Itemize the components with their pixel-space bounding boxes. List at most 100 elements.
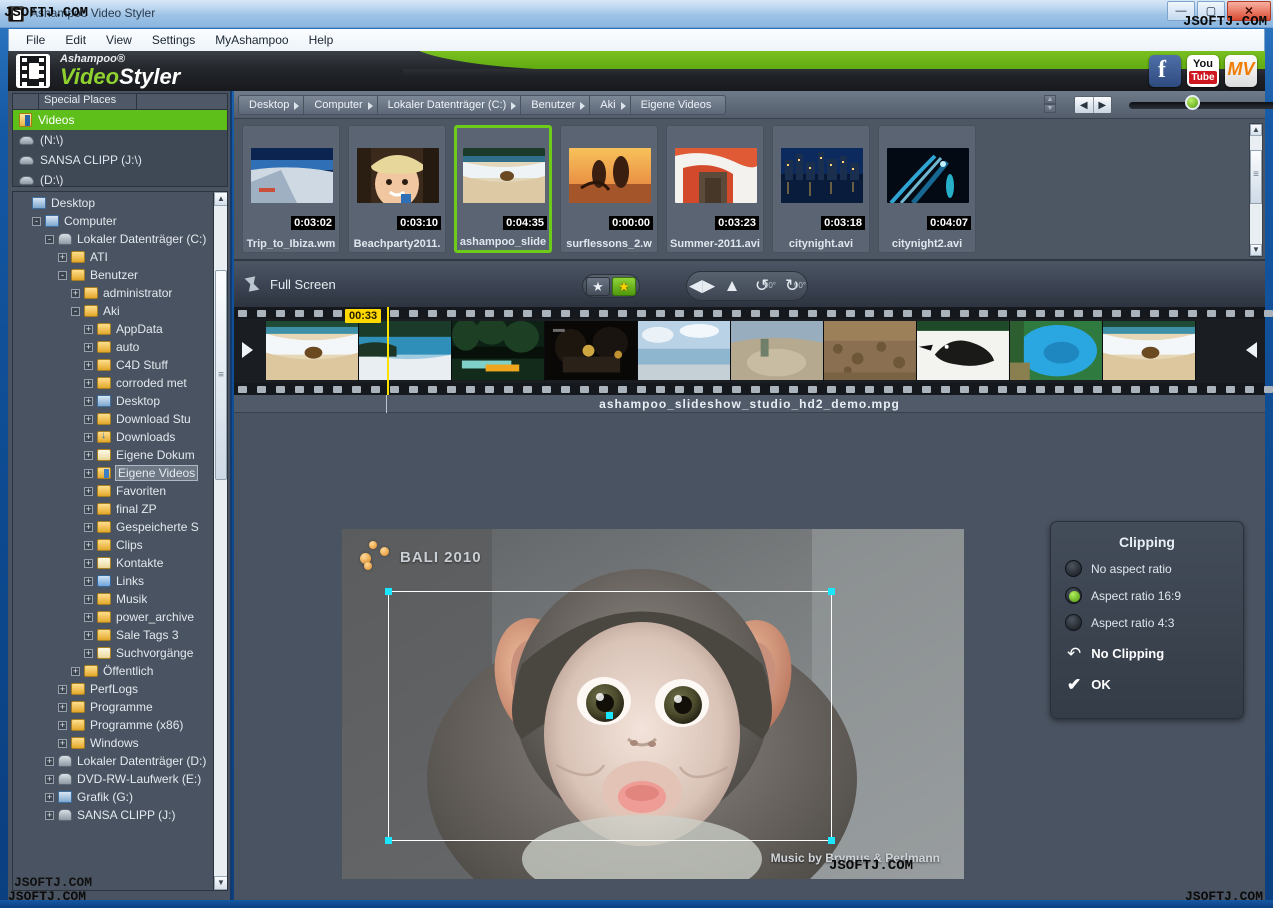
rotate-right-button[interactable]: ↻90° — [779, 274, 805, 298]
breadcrumb-item-eigene-videos[interactable]: Eigene Videos — [630, 95, 727, 115]
expander-minus-icon[interactable]: - — [58, 271, 67, 280]
tree-node-programme-x86[interactable]: +Programme (x86) — [13, 716, 213, 734]
tree-node-power-archive[interactable]: +power_archive — [13, 608, 213, 626]
tree-node-benutzer[interactable]: -Benutzer — [13, 266, 213, 284]
crop-selection-rect[interactable] — [388, 591, 832, 841]
tree-node-eigene-dokum[interactable]: +Eigene Dokum — [13, 446, 213, 464]
menu-item-settings[interactable]: Settings — [143, 30, 204, 50]
expander-plus-icon[interactable]: + — [84, 325, 93, 334]
crop-handle-bottom-right[interactable] — [828, 837, 835, 844]
expander-plus-icon[interactable]: + — [58, 721, 67, 730]
crop-handle-top-right[interactable] — [828, 588, 835, 595]
menu-item-view[interactable]: View — [97, 30, 141, 50]
tree-node-c4d-stuff[interactable]: +C4D Stuff — [13, 356, 213, 374]
expander-plus-icon[interactable]: + — [84, 649, 93, 658]
tree-node-appdata[interactable]: +AppData — [13, 320, 213, 338]
tree-node-windows[interactable]: +Windows — [13, 734, 213, 752]
filmstrip-frame[interactable] — [452, 321, 545, 381]
filmstrip-frame[interactable] — [917, 321, 1010, 381]
expander-plus-icon[interactable]: + — [58, 739, 67, 748]
scrollbar-thumb[interactable] — [215, 270, 227, 480]
expander-plus-icon[interactable]: + — [84, 415, 93, 424]
star-plain-button[interactable]: ★ — [586, 277, 610, 296]
radio-icon-no-aspect[interactable] — [1065, 560, 1082, 577]
place-item-n[interactable]: (N:\) — [13, 130, 227, 150]
tree-node-kontakte[interactable]: +Kontakte — [13, 554, 213, 572]
expander-plus-icon[interactable]: + — [84, 595, 93, 604]
expander-plus-icon[interactable]: + — [84, 343, 93, 352]
thumb-scroll-up-icon[interactable]: ▲ — [1250, 124, 1262, 136]
expander-plus-icon[interactable]: + — [84, 397, 93, 406]
menu-item-help[interactable]: Help — [300, 30, 343, 50]
expander-plus-icon[interactable]: + — [84, 433, 93, 442]
crop-handle-bottom-left[interactable] — [385, 837, 392, 844]
tree-node-download-stu[interactable]: +Download Stu — [13, 410, 213, 428]
star-fancy-button[interactable]: ★ — [612, 277, 636, 296]
ok-button[interactable]: ✔ OK — [1067, 676, 1243, 693]
menu-item-file[interactable]: File — [17, 30, 54, 50]
tree-node-lokaler-datentr-ger-c[interactable]: -Lokaler Datenträger (C:) — [13, 230, 213, 248]
tree-node-favoriten[interactable]: +Favoriten — [13, 482, 213, 500]
tree-node-desktop[interactable]: Desktop — [13, 194, 213, 212]
tree-node-final-zp[interactable]: +final ZP — [13, 500, 213, 518]
thumb-size-spinner[interactable]: ▲ ▼ — [1044, 95, 1056, 115]
expander-plus-icon[interactable]: + — [84, 523, 93, 532]
tree-node-links[interactable]: +Links — [13, 572, 213, 590]
page-next-icon[interactable]: ▶ — [1094, 97, 1112, 113]
clipping-option-none[interactable]: No aspect ratio — [1065, 560, 1243, 577]
place-item-videos[interactable]: Videos — [13, 110, 227, 130]
filmstrip-frame[interactable] — [824, 321, 917, 381]
expander-plus-icon[interactable]: + — [84, 505, 93, 514]
meinvz-icon[interactable]: MV — [1225, 55, 1257, 87]
thumb-scrollbar-thumb[interactable] — [1250, 150, 1262, 204]
expander-plus-icon[interactable]: + — [84, 577, 93, 586]
thumb-scroll-down-icon[interactable]: ▼ — [1250, 244, 1262, 256]
filmstrip-frame[interactable] — [545, 321, 638, 381]
crop-handle-top-left[interactable] — [385, 588, 392, 595]
tree-node-sansa-clipp-j[interactable]: +SANSA CLIPP (J:) — [13, 806, 213, 824]
thumbnail-scrollbar[interactable]: ▲ ▼ — [1249, 123, 1263, 257]
menu-item-edit[interactable]: Edit — [56, 30, 95, 50]
tree-node-suchvorg-nge[interactable]: +Suchvorgänge — [13, 644, 213, 662]
place-item-d[interactable]: (D:\) — [13, 170, 227, 190]
rotate-left-button[interactable]: ↺90° — [749, 274, 775, 298]
expander-plus-icon[interactable]: + — [84, 613, 93, 622]
thumbnail-item[interactable]: 0:03:23Summer-2011.avi — [666, 125, 764, 253]
tree-node-lokaler-datentr-ger-d[interactable]: +Lokaler Datenträger (D:) — [13, 752, 213, 770]
scroll-up-icon[interactable]: ▲ — [214, 192, 228, 206]
tree-node-dvd-rw-laufwerk-e[interactable]: +DVD-RW-Laufwerk (E:) — [13, 770, 213, 788]
expander-plus-icon[interactable]: + — [45, 757, 54, 766]
expander-minus-icon[interactable]: - — [32, 217, 41, 226]
filmstrip-frame[interactable] — [1010, 321, 1103, 381]
thumbnail-item[interactable]: 0:00:00surflessons_2.w — [560, 125, 658, 253]
tree-node-desktop[interactable]: +Desktop — [13, 392, 213, 410]
filmstrip-frame[interactable] — [1103, 321, 1196, 381]
no-clipping-button[interactable]: ↶ No Clipping — [1067, 645, 1243, 662]
place-item-sansa-clipp-j[interactable]: SANSA CLIPP (J:\) — [13, 150, 227, 170]
expander-plus-icon[interactable]: + — [58, 685, 67, 694]
crop-handle-center[interactable] — [606, 712, 613, 719]
thumbnail-item[interactable]: 0:03:18citynight.avi — [772, 125, 870, 253]
radio-icon-aspect-4-3[interactable] — [1065, 614, 1082, 631]
filmstrip-next-icon[interactable] — [1246, 342, 1257, 358]
expander-plus-icon[interactable]: + — [84, 451, 93, 460]
expander-plus-icon[interactable]: + — [45, 811, 54, 820]
playhead[interactable] — [387, 307, 389, 395]
filmstrip-frame[interactable] — [731, 321, 824, 381]
clipping-option-43[interactable]: Aspect ratio 4:3 — [1065, 614, 1243, 631]
breadcrumb-item-desktop[interactable]: Desktop — [238, 95, 303, 115]
expander-plus-icon[interactable]: + — [84, 361, 93, 370]
folder-tree-scrollbar[interactable]: ▲ ▼ — [213, 192, 227, 890]
scroll-down-icon[interactable]: ▼ — [214, 876, 228, 890]
expander-plus-icon[interactable]: + — [71, 667, 80, 676]
menu-item-myashampoo[interactable]: MyAshampoo — [206, 30, 297, 50]
expander-plus-icon[interactable]: + — [84, 541, 93, 550]
tree-node-aki[interactable]: -Aki — [13, 302, 213, 320]
filmstrip-frame[interactable] — [638, 321, 731, 381]
fullscreen-button[interactable]: Full Screen — [244, 275, 336, 293]
breadcrumb-item-computer[interactable]: Computer — [303, 95, 376, 115]
radio-icon-aspect-16-9[interactable] — [1065, 587, 1082, 604]
youtube-icon[interactable]: You Tube — [1187, 55, 1219, 87]
tree-node-administrator[interactable]: +administrator — [13, 284, 213, 302]
video-canvas[interactable]: BALI 2010 Music by Brymus & Perlmann — [342, 529, 964, 879]
